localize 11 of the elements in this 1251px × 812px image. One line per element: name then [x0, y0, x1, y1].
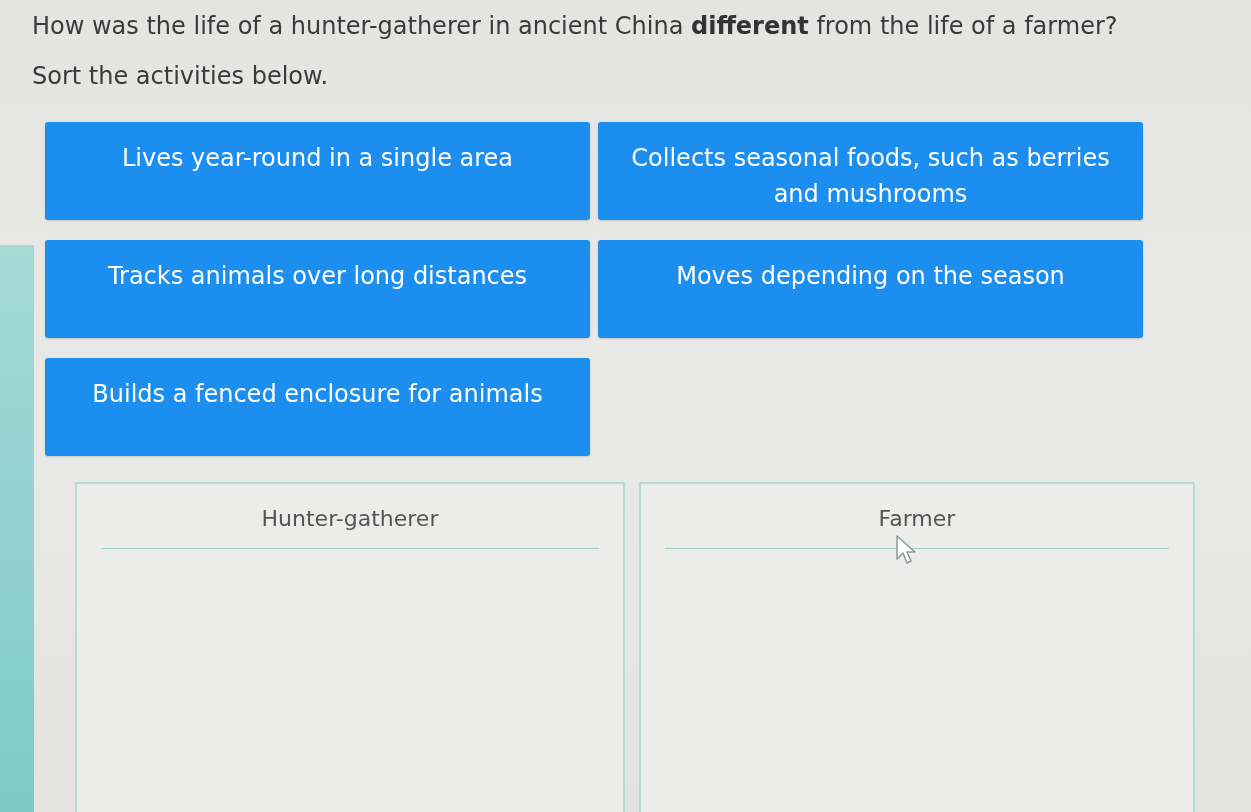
activity-card[interactable]: Moves depending on the season	[598, 240, 1143, 338]
activity-card[interactable]: Builds a fenced enclosure for animals	[45, 358, 590, 456]
sort-bin[interactable]: Hunter-gatherer	[75, 482, 625, 812]
bin-title: Hunter-gatherer	[101, 504, 599, 549]
pointer-cursor-icon	[896, 535, 918, 565]
instruction-text: Sort the activities below.	[32, 61, 330, 92]
question-text: How was the life of a hunter-gatherer in ancient China different from the life of a farmer?	[32, 11, 1119, 42]
activity-card[interactable]: Lives year-round in a single area	[45, 122, 590, 220]
activity-card[interactable]: Collects seasonal foods, such as berries and mushrooms	[598, 122, 1143, 220]
activity-card[interactable]: Tracks animals over long distances	[45, 240, 590, 338]
sort-bin[interactable]: Farmer	[639, 482, 1195, 812]
